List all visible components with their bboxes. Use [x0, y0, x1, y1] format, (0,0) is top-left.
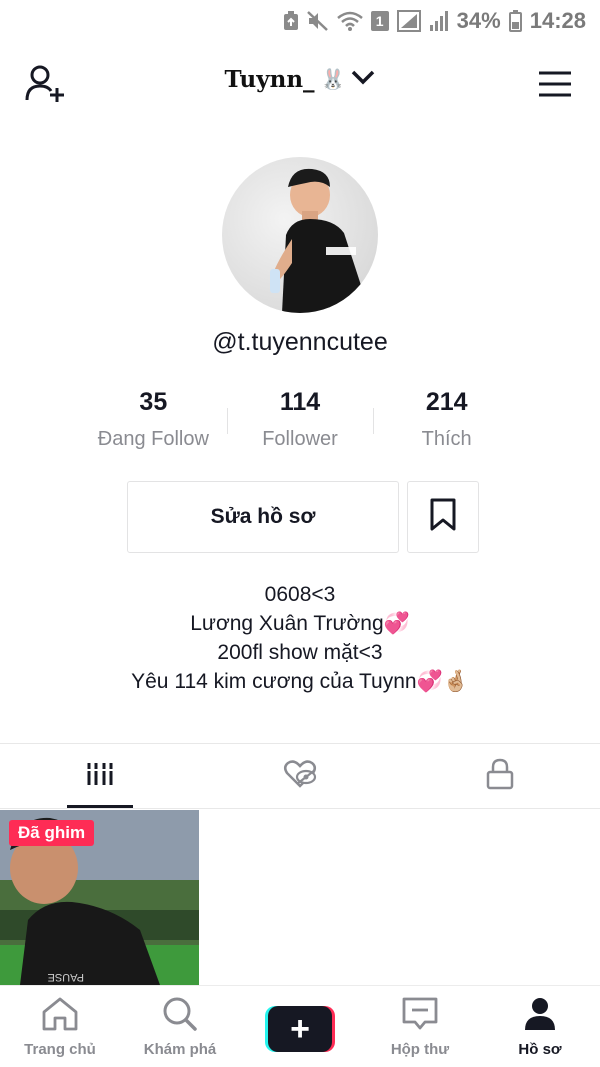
tab-private[interactable] [400, 744, 600, 808]
stat-value: 114 [279, 388, 321, 416]
search-icon [161, 996, 199, 1037]
username-title: Tuynn_ [224, 66, 315, 93]
battery-percent: 34% [456, 8, 501, 33]
video-thumbnail[interactable]: PAUSE Đã ghim [0, 810, 199, 985]
chevron-down-icon [351, 69, 375, 90]
bio-line: Yêu 114 kim cương của Tuynn💞🤞🏼 [131, 670, 469, 693]
username-emoji: 🐰 [320, 69, 346, 91]
profile-bio: 0608<3 Lương Xuân Trường💞 200fl show mặt… [0, 580, 600, 696]
avatar[interactable] [222, 157, 378, 313]
bookmark-icon [429, 498, 457, 537]
nav-label: Trang chủ [24, 1041, 96, 1058]
svg-text:PAUSE: PAUSE [48, 971, 84, 983]
tab-liked[interactable] [200, 744, 400, 808]
create-plus-icon: + [265, 1006, 335, 1052]
profile-handle: @t.tuyenncutee [212, 328, 388, 356]
nav-create[interactable]: + [240, 986, 360, 1067]
bio-line: Lương Xuân Trường💞 [190, 612, 410, 635]
battery-icon [508, 10, 522, 32]
bottom-nav: Trang chủ Khám phá + Hộp thư Hồ sơ [0, 985, 600, 1067]
content-tabs [0, 743, 600, 809]
stat-followers[interactable]: 114 Follower [227, 388, 374, 451]
bio-line: 200fl show mặt<3 [217, 641, 383, 664]
status-bar: 1 34% 14:28 [0, 0, 600, 42]
nav-label: Hộp thư [390, 1041, 450, 1058]
bio-line: 0608<3 [264, 583, 336, 606]
nav-home[interactable]: Trang chủ [0, 986, 120, 1067]
wifi-icon [336, 11, 363, 31]
signal-icon [396, 10, 421, 32]
profile-header: Tuynn_ 🐰 [0, 52, 600, 116]
inbox-icon [401, 996, 439, 1037]
nav-label: Hồ sơ [518, 1041, 562, 1058]
nav-label: Khám phá [143, 1041, 217, 1058]
stat-label: Thích [421, 428, 472, 450]
clock: 14:28 [529, 8, 586, 33]
pinned-badge: Đã ghim [9, 820, 95, 846]
profile-stats: 35 Đang Follow 114 Follower 214 Thích [80, 388, 520, 451]
liked-hidden-icon [283, 759, 317, 794]
active-tab-indicator [67, 805, 133, 808]
stat-label: Follower [262, 428, 338, 450]
nav-inbox[interactable]: Hộp thư [360, 986, 480, 1067]
sim-badge-icon: 1 [370, 11, 389, 31]
account-switcher[interactable]: Tuynn_ 🐰 [0, 66, 600, 93]
tab-videos[interactable] [0, 744, 200, 808]
signal-icon [429, 10, 449, 32]
lock-icon [486, 758, 514, 795]
stat-likes[interactable]: 214 Thích [373, 388, 520, 451]
home-icon [40, 996, 80, 1037]
mute-icon [306, 11, 329, 31]
edit-profile-button[interactable]: Sửa hồ sơ [127, 481, 399, 553]
alarm-icon [283, 11, 299, 31]
stat-following[interactable]: 35 Đang Follow [80, 388, 227, 451]
bookmark-button[interactable] [407, 481, 479, 553]
profile-icon [522, 996, 558, 1037]
stat-value: 35 [139, 388, 168, 416]
stat-value: 214 [425, 388, 468, 416]
video-grid-icon [86, 760, 114, 793]
nav-discover[interactable]: Khám phá [120, 986, 240, 1067]
nav-profile[interactable]: Hồ sơ [480, 986, 600, 1067]
stat-label: Đang Follow [97, 428, 209, 450]
hamburger-menu-icon[interactable] [538, 70, 572, 98]
